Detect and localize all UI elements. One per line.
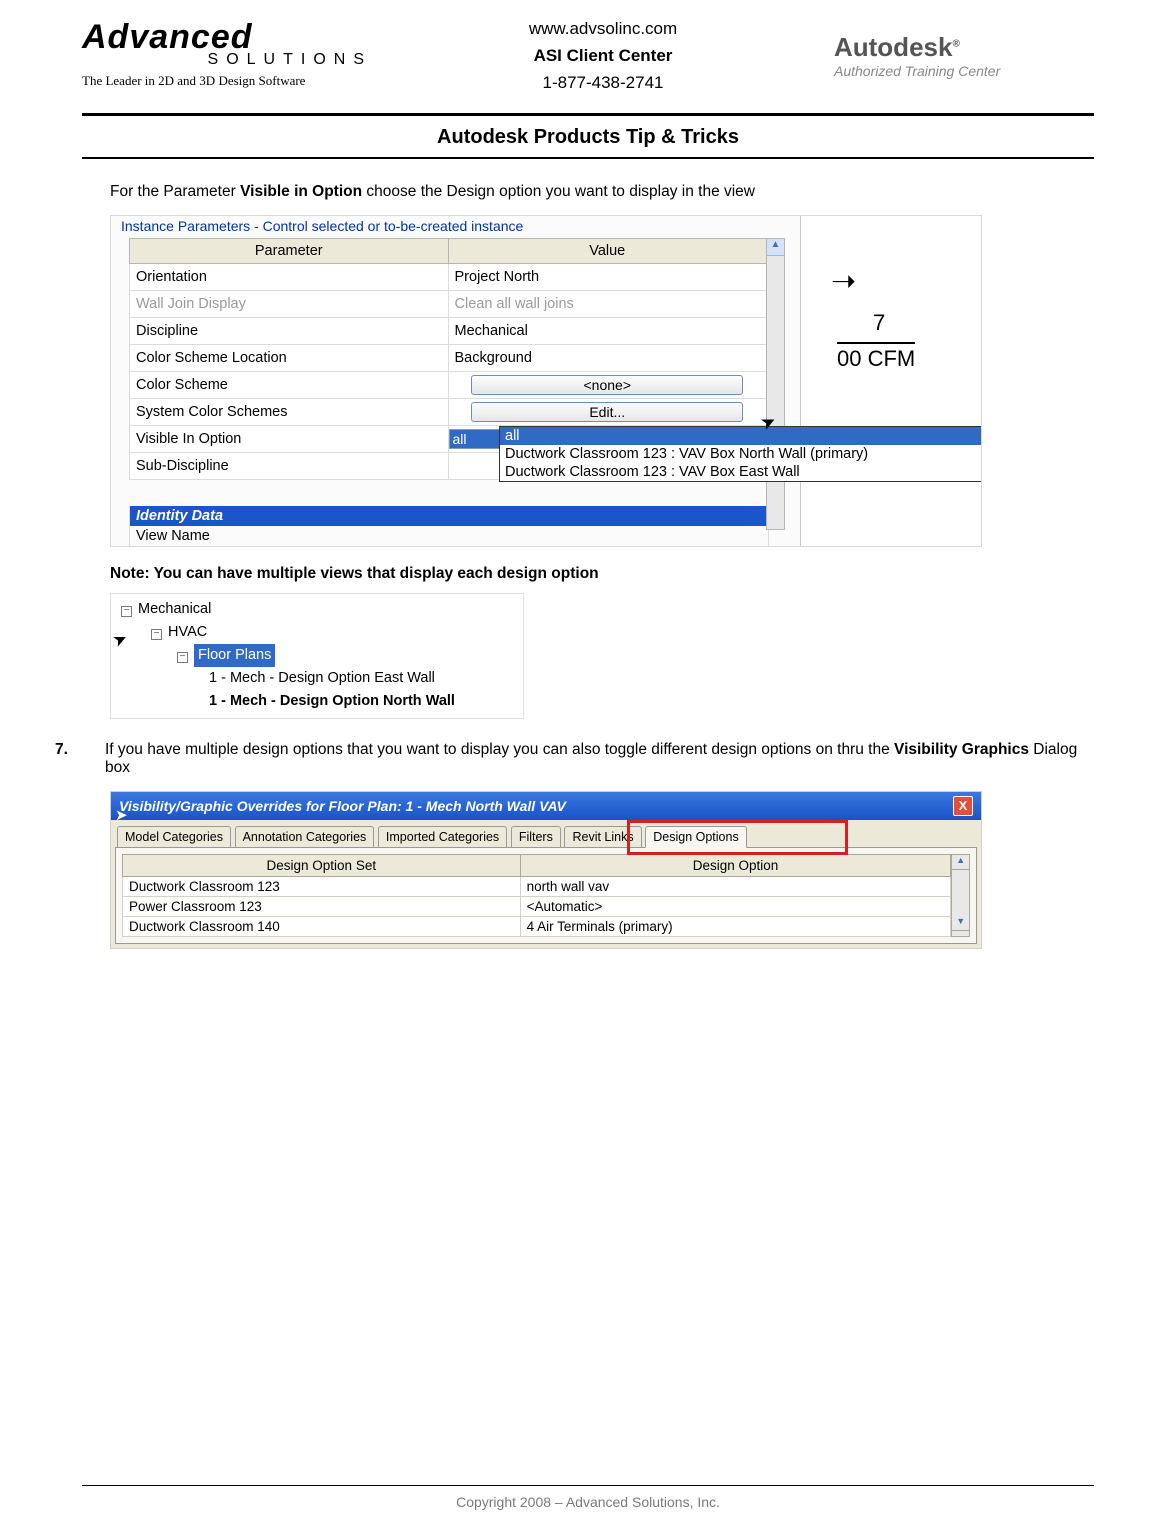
identity-data-header: Identity Data	[130, 506, 768, 526]
project-browser-tree[interactable]: ➤ −Mechanical −HVAC −Floor Plans 1 - Mec…	[110, 593, 524, 719]
header-phone: 1-877-438-2741	[529, 69, 677, 96]
design-options-scrollbar[interactable]: ▲ ▼	[951, 854, 970, 937]
brand-tagline: The Leader in 2D and 3D Design Software	[82, 73, 372, 89]
identity-data-section: Identity Data View Name	[129, 506, 769, 547]
intro-bold: Visible in Option	[240, 183, 362, 200]
col-design-option: Design Option	[520, 854, 951, 876]
col-design-option-set: Design Option Set	[123, 854, 521, 876]
parameters-scrollbar[interactable]: ▲	[766, 238, 785, 530]
header-url: www.advsolinc.com	[529, 15, 677, 42]
dialog-titlebar[interactable]: Visibility/Graphic Overrides for Floor P…	[111, 792, 981, 820]
panel1-side-drawing: ➝ 7 00 CFM	[800, 216, 981, 546]
intro-paragraph: For the Parameter Visible in Option choo…	[110, 183, 1094, 201]
dropdown-option-east[interactable]: Ductwork Classroom 123 : VAV Box East Wa…	[500, 463, 982, 481]
dialog-tabs: Model Categories Annotation Categories I…	[111, 820, 981, 847]
tree-item-east-wall[interactable]: 1 - Mech - Design Option East Wall	[209, 667, 517, 690]
dialog-cursor-icon: ➤	[115, 806, 128, 824]
dropdown-option-north[interactable]: Ductwork Classroom 123 : VAV Box North W…	[500, 445, 982, 463]
page-footer: Copyright 2008 – Advanced Solutions, Inc…	[82, 1485, 1094, 1510]
dialog-title: Visibility/Graphic Overrides for Floor P…	[119, 798, 566, 814]
tab-imported-categories[interactable]: Imported Categories	[378, 826, 507, 847]
tab-revit-links[interactable]: Revit Links	[564, 826, 641, 847]
scroll-up-icon[interactable]: ▲	[767, 239, 784, 256]
advanced-solutions-logo: Advanced SOLUTIONS The Leader in 2D and …	[82, 22, 372, 89]
system-color-edit-button[interactable]: Edit...	[471, 402, 743, 422]
footer-divider	[82, 1485, 1094, 1486]
autodesk-name: Autodesk	[834, 32, 952, 62]
page-title: Autodesk Products Tip & Tricks	[82, 126, 1094, 149]
option-row-2[interactable]: Power Classroom 123 <Automatic>	[123, 896, 951, 916]
row-orientation[interactable]: Orientation Project North	[130, 263, 767, 290]
intro-post: choose the Design option you want to dis…	[362, 183, 755, 200]
tab-design-options[interactable]: Design Options	[645, 826, 746, 848]
note-text: Note: You can have multiple views that d…	[110, 565, 1094, 583]
tree-hvac[interactable]: −HVAC	[151, 621, 517, 644]
tree-item-north-wall[interactable]: 1 - Mech - Design Option North Wall	[209, 690, 517, 713]
side-cfm-text: 00 CFM	[837, 342, 915, 372]
scroll-down-icon[interactable]: ▼	[952, 916, 969, 931]
instance-parameters-legend: Instance Parameters - Control selected o…	[117, 218, 527, 234]
option-row-3[interactable]: Ductwork Classroom 140 4 Air Terminals (…	[123, 916, 951, 936]
step-text: If you have multiple design options that…	[105, 741, 1094, 777]
step-number: 7.	[55, 741, 105, 777]
option-row-1[interactable]: Ductwork Classroom 123 north wall vav	[123, 876, 951, 896]
divider-top	[82, 113, 1094, 116]
copyright-text: Copyright 2008 – Advanced Solutions, Inc…	[82, 1494, 1094, 1510]
row-color-scheme-location[interactable]: Color Scheme Location Background	[130, 344, 767, 371]
col-value: Value	[448, 238, 767, 263]
instance-parameters-panel: Instance Parameters - Control selected o…	[110, 215, 982, 547]
visibility-graphics-dialog: Visibility/Graphic Overrides for Floor P…	[110, 791, 982, 949]
tab-model-categories[interactable]: Model Categories	[117, 826, 231, 847]
design-options-panel: Design Option Set Design Option Ductwork…	[115, 847, 977, 944]
header-client-center: ASI Client Center	[529, 42, 677, 69]
visible-in-option-dropdown-list[interactable]: all Ductwork Classroom 123 : VAV Box Nor…	[499, 426, 982, 482]
tree-mechanical[interactable]: −Mechanical	[121, 598, 517, 621]
arrow-icon: ➝	[831, 264, 856, 299]
dropdown-option-all[interactable]: all	[500, 427, 982, 445]
step-7: 7. If you have multiple design options t…	[55, 741, 1094, 777]
col-parameter: Parameter	[130, 238, 449, 263]
scroll-up-icon[interactable]: ▲	[952, 855, 969, 870]
tab-filters[interactable]: Filters	[511, 826, 561, 847]
tree-cursor-icon: ➤	[108, 624, 132, 655]
page-header: Advanced SOLUTIONS The Leader in 2D and …	[82, 15, 1094, 107]
header-center: www.advsolinc.com ASI Client Center 1-87…	[529, 15, 677, 97]
close-button[interactable]: X	[953, 796, 973, 816]
autodesk-subtitle: Authorized Training Center	[834, 63, 1094, 79]
divider-under-title	[82, 157, 1094, 159]
row-color-scheme[interactable]: Color Scheme <none>	[130, 371, 767, 398]
row-wall-join: Wall Join Display Clean all wall joins	[130, 290, 767, 317]
row-system-color-schemes[interactable]: System Color Schemes Edit...	[130, 398, 767, 425]
design-options-table: Design Option Set Design Option Ductwork…	[122, 854, 951, 937]
brand-top: Advanced	[82, 22, 372, 53]
row-discipline[interactable]: Discipline Mechanical	[130, 317, 767, 344]
view-name-row[interactable]: View Name	[130, 526, 768, 546]
tab-annotation-categories[interactable]: Annotation Categories	[235, 826, 375, 847]
intro-pre: For the Parameter	[110, 183, 240, 200]
autodesk-logo: Autodesk® Authorized Training Center	[834, 32, 1094, 79]
side-number-7: 7	[873, 312, 885, 334]
color-scheme-button[interactable]: <none>	[471, 375, 743, 395]
tree-floor-plans[interactable]: −Floor Plans	[177, 644, 517, 667]
